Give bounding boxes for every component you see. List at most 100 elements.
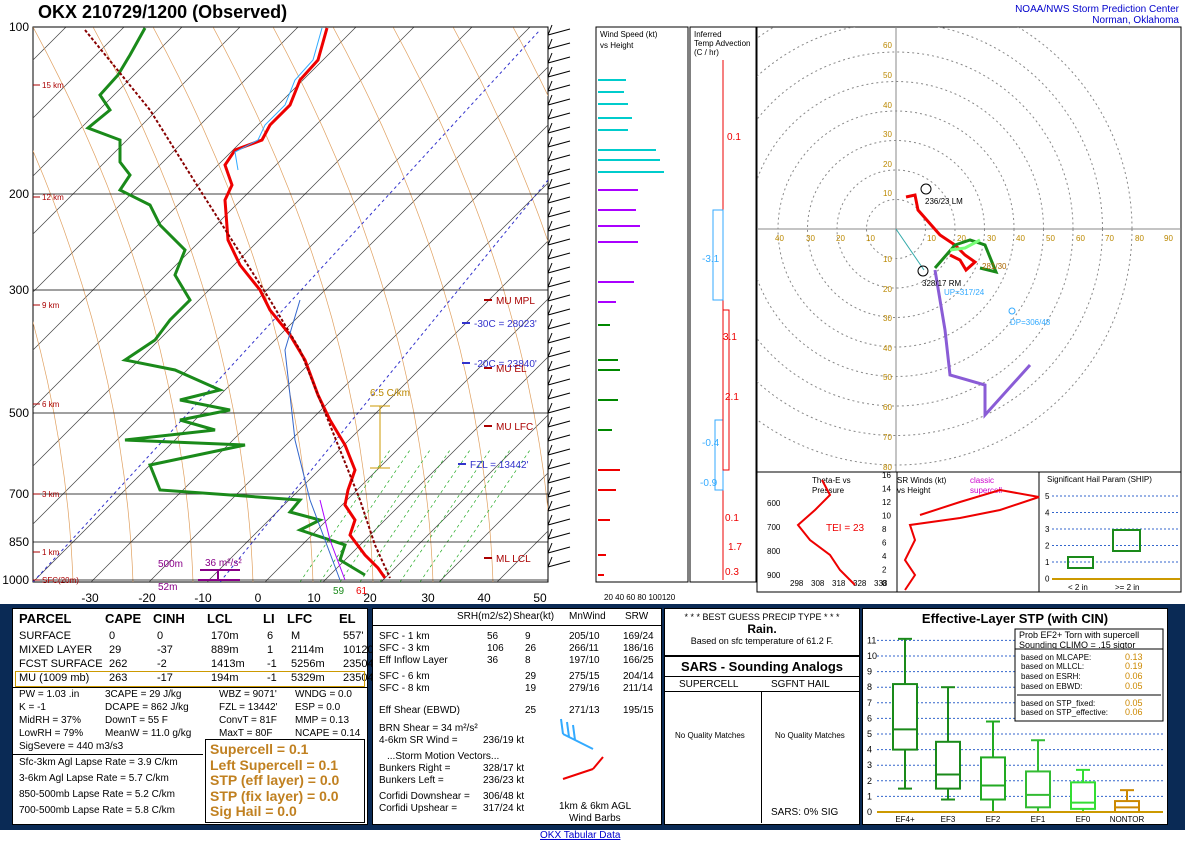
sfc-dewpoint: 59 [333,586,345,597]
hodo-x-label: 30 [806,234,815,243]
kin-barb-6km-flag [560,718,564,735]
stp-prob-value: 0.19 [1125,661,1143,671]
index-value: WNDG = 0.0 [295,689,352,700]
wind-barb-flag [547,486,553,498]
stp-category: EF3 [941,815,956,824]
ship-ytick: 1 [1045,558,1050,567]
dp-label: DP=306/48 [1010,318,1051,327]
stp-panel: Effective-Layer STP (with CIN) 11 10 9 8 7 6 5… [862,608,1168,825]
hodo-x-label: 50 [1046,234,1055,243]
wind-barb-flag [547,444,553,456]
wind-barb [547,322,571,330]
wind-barb-flag [547,248,553,260]
wind-barb [547,434,571,442]
parcel-header: PARCEL [19,611,72,626]
kinematics-panel: SRH(m2/s2) Shear(kt) MnWind SRW SFC - 1 km 56… [372,608,662,825]
wind-barb [547,294,571,302]
composite-box: Supercell = 0.1 Left Supercell = 0.1 STP (… [205,739,365,823]
wind-barb-flag [547,122,553,134]
srwinds-ytick: 14 [882,485,891,494]
composite-param: Sig Hail = 0.0 [210,803,297,819]
srwinds-title: vs Height [897,486,931,495]
height-label: 3 km [42,490,60,499]
stp-ytick: 4 [867,745,872,755]
stp-ytick: 7 [867,698,872,708]
stp-prob-label: based on STP_effective: [1021,708,1108,717]
pressure-label: 700 [9,487,29,501]
wind-barb-flag [547,416,553,428]
srwinds-ytick: 8 [882,525,887,534]
lapse-rate: 700-500mb Lapse Rate = 5.8 C/km [19,805,175,816]
parcel-cell: 262 [109,658,128,670]
thetae-title: Theta-E vs [812,476,851,485]
wind-barb [547,182,571,190]
temp-label: 10 [307,591,321,604]
thetae-xtick: 298 [790,579,804,588]
kin-barb-1km-flag [592,756,604,770]
temp-label: 50 [533,591,547,604]
hodo-x-label: 30 [987,234,996,243]
temp-adv-value: 0.3 [725,567,739,578]
wind-barb-flag [547,192,553,204]
wind-barb [547,518,571,526]
kin-barbs [560,718,604,780]
srwinds-ytick: 0 [882,579,887,588]
srwinds-ytick: 16 [882,471,891,480]
srwinds-ytick: 4 [882,552,887,561]
temp-label: 30 [421,591,435,604]
stp-ytick: 8 [867,682,872,692]
skewt-annotation: MU LFC [496,422,533,433]
ship-ytick: 2 [1045,542,1050,551]
wind-barb-flag [547,500,553,512]
wind-barb [547,56,571,64]
parcel-cell: 0 [157,630,164,642]
parcel-header: LCL [207,611,233,626]
wind-barb [547,364,571,372]
wind-barb [547,154,571,162]
hodo-ring-label: 20 [883,285,892,294]
temp-label: -10 [194,591,212,604]
wind-barb-flag [547,66,553,78]
index-value: DCAPE = 862 J/kg [105,702,189,713]
temp-adv-value: -0.4 [702,438,720,449]
stp-box [980,756,1006,801]
wind-barb [547,392,571,400]
wind-barb-flag [547,556,553,568]
stp-ytick: 6 [867,713,872,723]
composite-param: STP (eff layer) = 0.0 [210,772,340,788]
wind-barb-flag [547,150,553,162]
temp-adv-title: Temp Advection [694,39,750,48]
ship-ytick: 4 [1045,509,1050,518]
hodo-ring-label: 70 [883,433,892,442]
label-500m: 500m [158,559,183,570]
sars-col2: SGFNT HAIL [771,679,830,690]
srwinds-ytick: 10 [882,512,891,521]
temp-adv-value: 0.1 [725,513,739,524]
wind-barb [547,98,571,106]
wind-barb-flag [547,388,553,400]
wind-barb-flag [547,374,553,386]
wind-speed-panel [595,26,689,583]
stp-box [892,683,918,751]
parcel-cell: 10120' [343,644,376,656]
parcel-cell: FCST SURFACE [19,658,103,670]
pressure-label: 850 [9,535,29,549]
wind-barb [547,504,571,512]
hodo-x-label: 10 [866,234,875,243]
kin-barb-6km-flag [572,724,576,741]
sounding-graphics: 1002003005007008501000-30 -20 -10 0 10 20 30 40… [2,20,1182,604]
tabular-data-link[interactable]: OKX Tabular Data [540,830,620,841]
stp-ytick: 2 [867,776,872,786]
lm-label: 236/23 LM [925,197,963,206]
thetae-ytick: 900 [767,571,781,580]
wind-barb [547,140,571,148]
hodo-ring-label: 40 [883,101,892,110]
stp-box [935,740,961,790]
temp-adv-title: (C / hr) [694,48,719,57]
wind-barb-flag [547,514,553,526]
up-label: UP=317/24 [944,288,985,297]
wind-barb-flag [547,472,553,484]
hodo-ring-label: 60 [883,41,892,50]
hodo-x-label: 40 [1016,234,1025,243]
wind-barb-column [547,24,571,568]
